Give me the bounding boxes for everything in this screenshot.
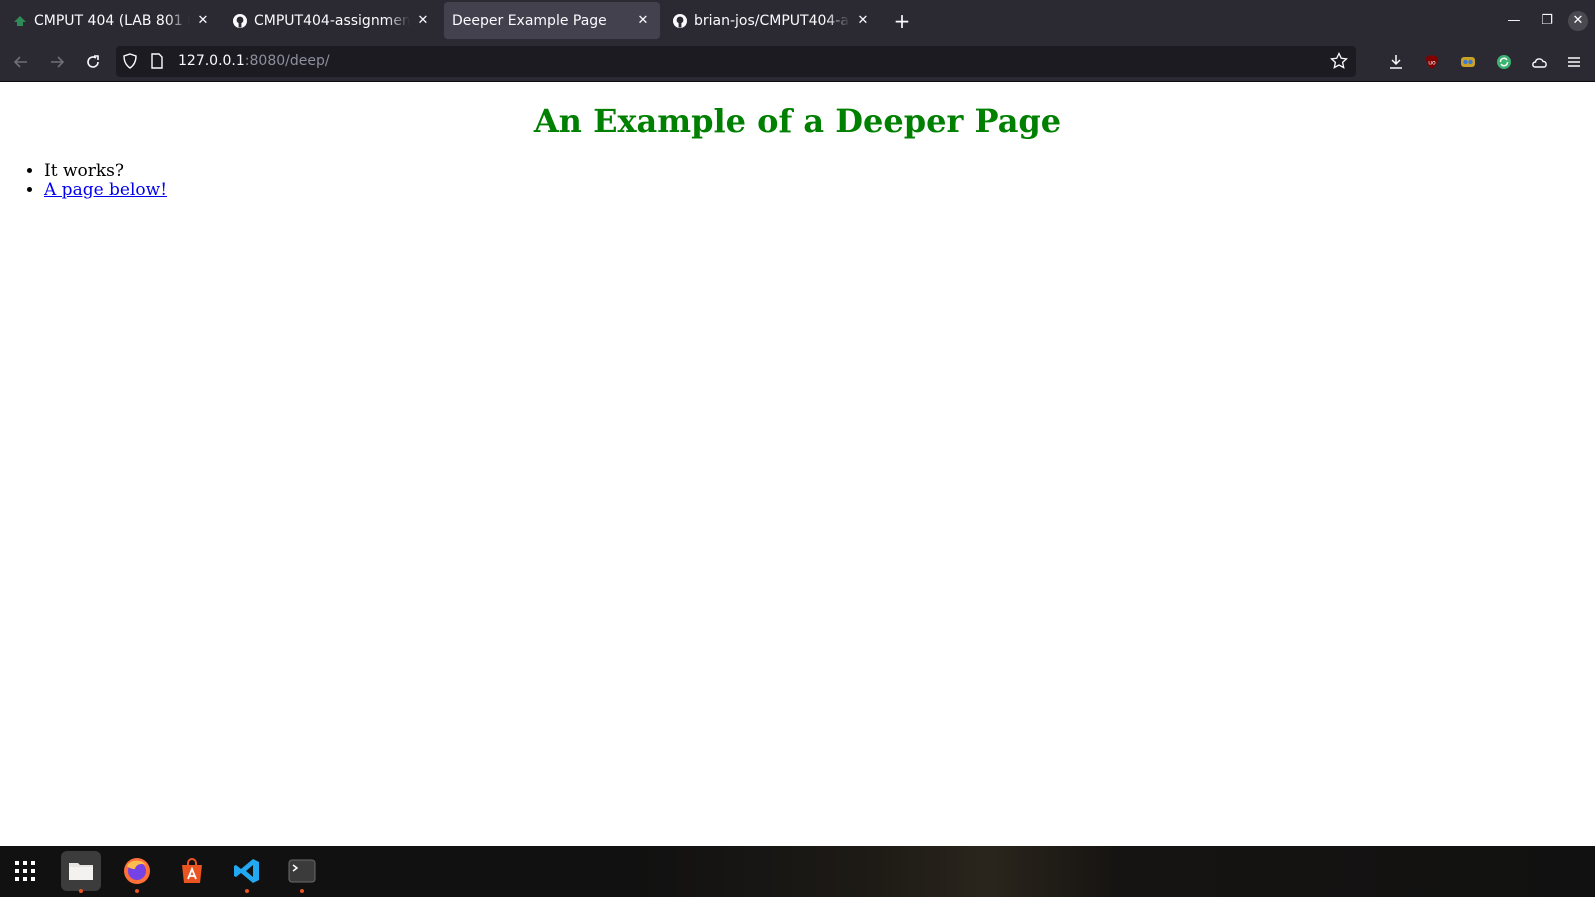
restore-icon[interactable]: ❐ (1530, 0, 1564, 41)
new-tab-button[interactable]: + (888, 7, 916, 35)
arrow-left-icon (13, 56, 27, 68)
arrow-right-icon (51, 56, 65, 68)
reload-icon (87, 55, 99, 68)
tab-bar: CMPUT 404 (LAB 801 802 ✕ CMPUT404-assign… (0, 0, 1595, 41)
address-bar[interactable]: 127.0.0.1:8080/deep/ (116, 46, 1356, 77)
ublock-icon[interactable]: uo (1420, 50, 1444, 74)
navigation-bar: 127.0.0.1:8080/deep/ uo (0, 41, 1595, 82)
back-button[interactable] (6, 47, 36, 77)
menu-icon[interactable] (1562, 50, 1586, 74)
url-text[interactable]: 127.0.0.1:8080/deep/ (178, 53, 330, 69)
close-icon[interactable]: ✕ (194, 12, 212, 30)
tab-label: brian-jos/CMPUT404-assi (694, 12, 850, 29)
tab-github-repo[interactable]: brian-jos/CMPUT404-assi ✕ (664, 2, 880, 39)
running-indicator (79, 889, 83, 893)
software-app[interactable] (172, 851, 212, 891)
page-below-link[interactable]: A page below! (44, 180, 167, 200)
tab-label: CMPUT 404 (LAB 801 802 (34, 12, 190, 29)
url-host: 127.0.0.1 (178, 53, 245, 69)
forward-button[interactable] (42, 47, 72, 77)
item-list: It works? A page below! (0, 162, 1595, 200)
bookmark-star-icon[interactable] (1329, 51, 1349, 74)
firefox-icon (124, 858, 150, 884)
page-icon[interactable] (150, 53, 164, 73)
page-title: An Example of a Deeper Page (533, 102, 1062, 140)
url-path: :8080/deep/ (244, 53, 330, 69)
files-app[interactable] (61, 851, 101, 893)
close-icon[interactable]: ✕ (634, 12, 652, 30)
terminal-icon (288, 859, 316, 883)
list-item: A page below! (44, 181, 1595, 200)
tab-eclass[interactable]: CMPUT 404 (LAB 801 802 ✕ (4, 2, 220, 39)
running-indicator (135, 889, 139, 893)
tab-label: Deeper Example Page (452, 12, 607, 29)
app-grid-button[interactable] (5, 851, 45, 891)
taskbar (0, 846, 1595, 897)
minimize-icon[interactable]: — (1497, 0, 1531, 41)
extension-cloud-icon[interactable] (1528, 50, 1552, 74)
shield-icon[interactable] (122, 53, 138, 73)
software-store-icon (182, 858, 202, 883)
app-grid-icon (15, 861, 35, 881)
window-close-button[interactable]: ✕ (1561, 0, 1595, 41)
terminal-app[interactable] (282, 851, 322, 893)
github-icon (672, 13, 688, 29)
extension-glasses-icon[interactable] (1456, 50, 1480, 74)
tab-github-assignment[interactable]: CMPUT404-assignment-w ✕ (224, 2, 440, 39)
list-item: It works? (44, 162, 1595, 181)
github-icon (232, 13, 248, 29)
extension-sync-icon[interactable] (1492, 50, 1516, 74)
eclass-icon (12, 13, 28, 29)
downloads-icon[interactable] (1384, 50, 1408, 74)
close-icon: ✕ (1568, 10, 1588, 31)
tab-label: CMPUT404-assignment-w (254, 12, 410, 29)
running-indicator (300, 889, 304, 893)
vscode-icon (234, 859, 259, 883)
vscode-app[interactable] (227, 851, 267, 893)
page-content: An Example of a Deeper Page It works? A … (0, 82, 1595, 846)
firefox-app[interactable] (117, 851, 157, 893)
tab-deeper-example[interactable]: Deeper Example Page ✕ (444, 2, 660, 39)
folder-icon (69, 863, 93, 880)
reload-button[interactable] (78, 47, 108, 77)
svg-text:uo: uo (1428, 60, 1436, 67)
close-icon[interactable]: ✕ (854, 12, 872, 30)
close-icon[interactable]: ✕ (414, 12, 432, 30)
running-indicator (245, 889, 249, 893)
